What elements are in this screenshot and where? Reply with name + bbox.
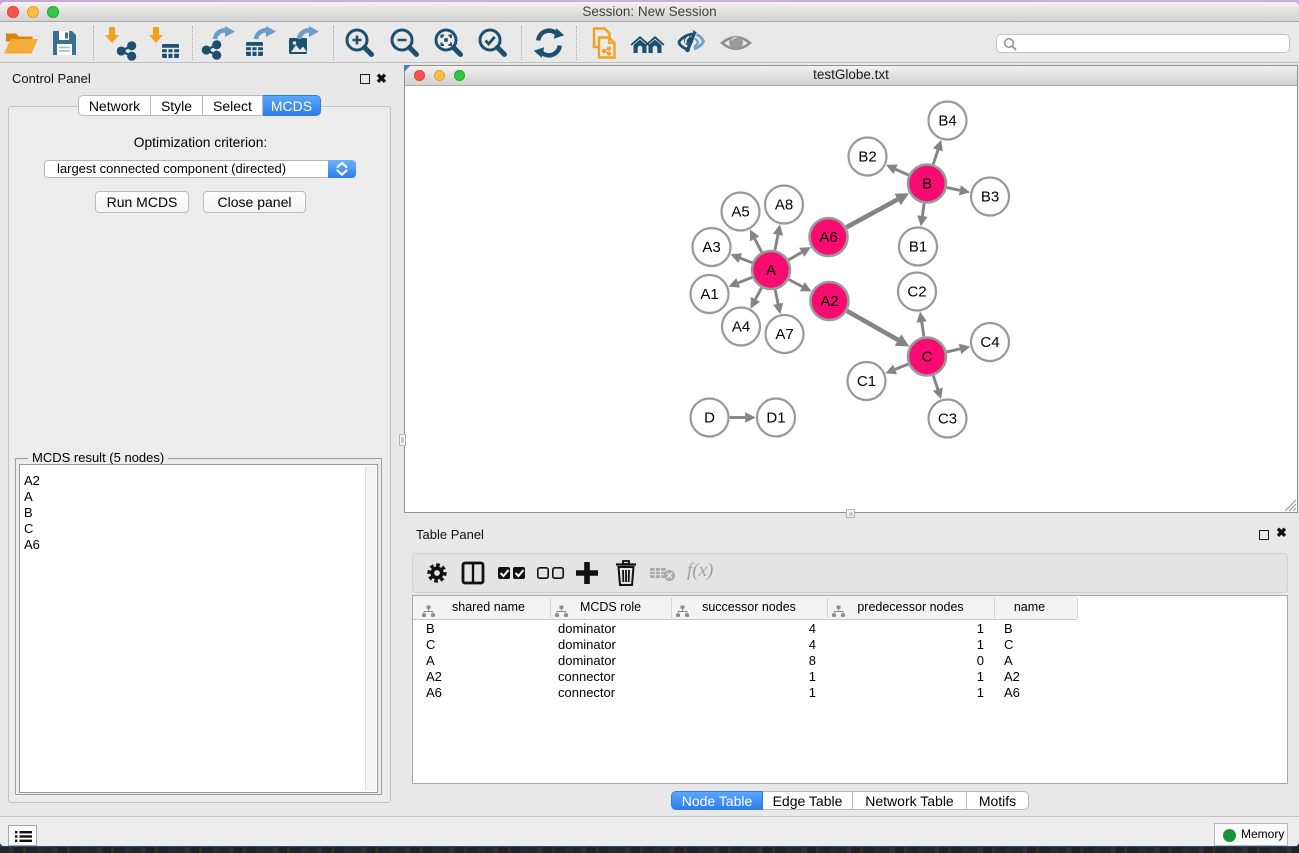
- svg-text:B1: B1: [909, 239, 927, 256]
- svg-text:B2: B2: [858, 149, 876, 166]
- svg-text:B: B: [922, 176, 932, 193]
- svg-text:C3: C3: [938, 411, 957, 428]
- svg-text:C2: C2: [907, 284, 926, 301]
- svg-text:A4: A4: [732, 319, 750, 336]
- svg-text:C: C: [922, 349, 933, 366]
- svg-text:A8: A8: [775, 197, 793, 214]
- svg-text:A1: A1: [700, 286, 718, 303]
- svg-text:C4: C4: [980, 334, 999, 351]
- svg-text:A2: A2: [820, 293, 838, 310]
- svg-text:A5: A5: [731, 204, 749, 221]
- svg-text:B4: B4: [938, 113, 956, 130]
- svg-text:D1: D1: [766, 410, 785, 427]
- svg-text:C1: C1: [857, 373, 876, 390]
- svg-text:D: D: [704, 410, 715, 427]
- svg-text:B3: B3: [981, 189, 999, 206]
- svg-text:A: A: [766, 262, 776, 279]
- svg-text:A7: A7: [775, 326, 793, 343]
- svg-text:A3: A3: [702, 239, 720, 256]
- svg-text:A6: A6: [819, 229, 837, 246]
